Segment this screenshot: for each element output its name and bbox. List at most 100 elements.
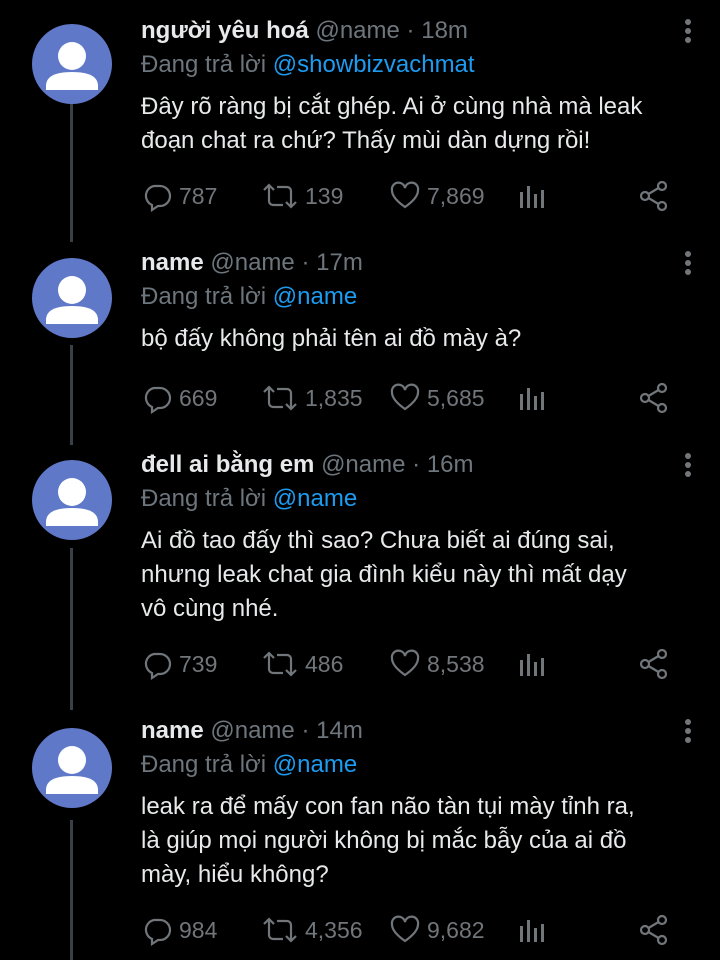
retweet-button[interactable]: 486 <box>261 646 343 682</box>
share-button[interactable] <box>637 912 671 948</box>
retweet-count: 1,835 <box>305 384 363 411</box>
analytics-button[interactable] <box>517 178 547 214</box>
share-button[interactable] <box>637 380 671 416</box>
action-bar: 669 1,835 5,685 <box>141 380 701 416</box>
separator-dot: · <box>412 451 421 478</box>
mention-link[interactable]: @showbizvachmat <box>273 51 475 78</box>
retweet-icon <box>261 914 299 946</box>
tweet[interactable]: name @name · 17m Đang trả lời @name bộ đ… <box>0 240 720 440</box>
tweet-header: name @name · 17m <box>141 246 691 280</box>
more-icon[interactable] <box>676 246 700 280</box>
share-icon <box>637 381 671 415</box>
reply-count: 787 <box>179 182 218 209</box>
retweet-count: 486 <box>305 650 344 677</box>
user-handle[interactable]: @name <box>210 249 294 276</box>
tweet[interactable]: name @name · 14m Đang trả lời @name leak… <box>0 710 720 960</box>
retweet-count: 139 <box>305 182 344 209</box>
retweet-count: 4,356 <box>305 916 363 943</box>
retweet-icon <box>261 382 299 414</box>
timestamp[interactable]: 16m <box>427 451 474 478</box>
more-icon[interactable] <box>676 714 700 748</box>
analytics-icon <box>517 914 547 946</box>
replying-to: Đang trả lời @showbizvachmat <box>141 48 690 82</box>
reply-count: 669 <box>179 384 218 411</box>
avatar[interactable] <box>32 258 112 338</box>
reply-button[interactable]: 669 <box>141 380 217 416</box>
like-count: 8,538 <box>427 650 485 677</box>
replying-to: Đang trả lời @name <box>141 482 690 516</box>
tweet[interactable]: đell ai bằng em @name · 16m Đang trả lời… <box>0 440 720 710</box>
replying-to: Đang trả lời @name <box>141 280 690 314</box>
replying-prefix: Đang trả lời <box>141 751 267 778</box>
tweet-text: Đây rõ ràng bị cắt ghép. Ai ở cùng nhà m… <box>141 93 643 154</box>
analytics-icon <box>517 180 547 212</box>
share-icon <box>637 913 671 947</box>
separator-dot: · <box>301 717 310 744</box>
retweet-button[interactable]: 1,835 <box>261 380 363 416</box>
reply-icon <box>141 382 173 414</box>
tweet-text: leak ra để mấy con fan não tàn tụi mày t… <box>141 793 635 888</box>
reply-icon <box>141 180 173 212</box>
mention-link[interactable]: @name <box>273 283 357 310</box>
timestamp[interactable]: 17m <box>316 249 363 276</box>
analytics-button[interactable] <box>517 646 547 682</box>
avatar[interactable] <box>32 460 112 540</box>
user-handle[interactable]: @name <box>315 17 399 44</box>
reply-icon <box>141 648 173 680</box>
more-icon[interactable] <box>676 448 700 482</box>
retweet-button[interactable]: 4,356 <box>261 912 363 948</box>
tweet-text: bộ đấy không phải tên ai đồ mày à? <box>141 325 522 352</box>
like-count: 5,685 <box>427 384 485 411</box>
replying-prefix: Đang trả lời <box>141 51 267 78</box>
tweet[interactable]: người yêu hoá @name · 18m Đang trả lời @… <box>0 0 720 240</box>
timestamp[interactable]: 18m <box>421 17 468 44</box>
action-bar: 739 486 8,538 <box>141 646 701 682</box>
reply-count: 739 <box>179 650 218 677</box>
analytics-icon <box>517 382 547 414</box>
share-button[interactable] <box>637 178 671 214</box>
analytics-icon <box>517 648 547 680</box>
tweet-header: name @name · 14m <box>141 714 691 748</box>
avatar[interactable] <box>32 24 112 104</box>
tweet-header: đell ai bằng em @name · 16m <box>141 448 691 482</box>
share-icon <box>637 179 671 213</box>
tweet-text: Ai đồ tao đấy thì sao? Chưa biết ai đúng… <box>141 527 627 622</box>
action-bar: 984 4,356 9,682 <box>141 912 701 948</box>
timestamp[interactable]: 14m <box>316 717 363 744</box>
reply-button[interactable]: 739 <box>141 646 217 682</box>
like-icon <box>389 180 421 212</box>
display-name[interactable]: người yêu hoá <box>141 17 309 44</box>
display-name[interactable]: name <box>141 717 204 744</box>
user-handle[interactable]: @name <box>321 451 405 478</box>
replying-prefix: Đang trả lời <box>141 283 267 310</box>
like-count: 9,682 <box>427 916 485 943</box>
display-name[interactable]: đell ai bằng em <box>141 451 314 478</box>
display-name[interactable]: name <box>141 249 204 276</box>
like-count: 7,869 <box>427 182 485 209</box>
retweet-icon <box>261 180 299 212</box>
retweet-icon <box>261 648 299 680</box>
retweet-button[interactable]: 139 <box>261 178 343 214</box>
like-button[interactable]: 9,682 <box>389 912 485 948</box>
reply-icon <box>141 914 173 946</box>
mention-link[interactable]: @name <box>273 485 357 512</box>
like-button[interactable]: 8,538 <box>389 646 485 682</box>
tweet-header: người yêu hoá @name · 18m <box>141 14 691 48</box>
like-button[interactable]: 7,869 <box>389 178 485 214</box>
like-icon <box>389 914 421 946</box>
analytics-button[interactable] <box>517 380 547 416</box>
replying-prefix: Đang trả lời <box>141 485 267 512</box>
share-icon <box>637 647 671 681</box>
separator-dot: · <box>406 17 415 44</box>
separator-dot: · <box>301 249 310 276</box>
reply-button[interactable]: 787 <box>141 178 217 214</box>
like-button[interactable]: 5,685 <box>389 380 485 416</box>
more-icon[interactable] <box>676 14 700 48</box>
replying-to: Đang trả lời @name <box>141 748 690 782</box>
share-button[interactable] <box>637 646 671 682</box>
avatar[interactable] <box>32 728 112 808</box>
reply-button[interactable]: 984 <box>141 912 217 948</box>
user-handle[interactable]: @name <box>210 717 294 744</box>
mention-link[interactable]: @name <box>273 751 357 778</box>
analytics-button[interactable] <box>517 912 547 948</box>
